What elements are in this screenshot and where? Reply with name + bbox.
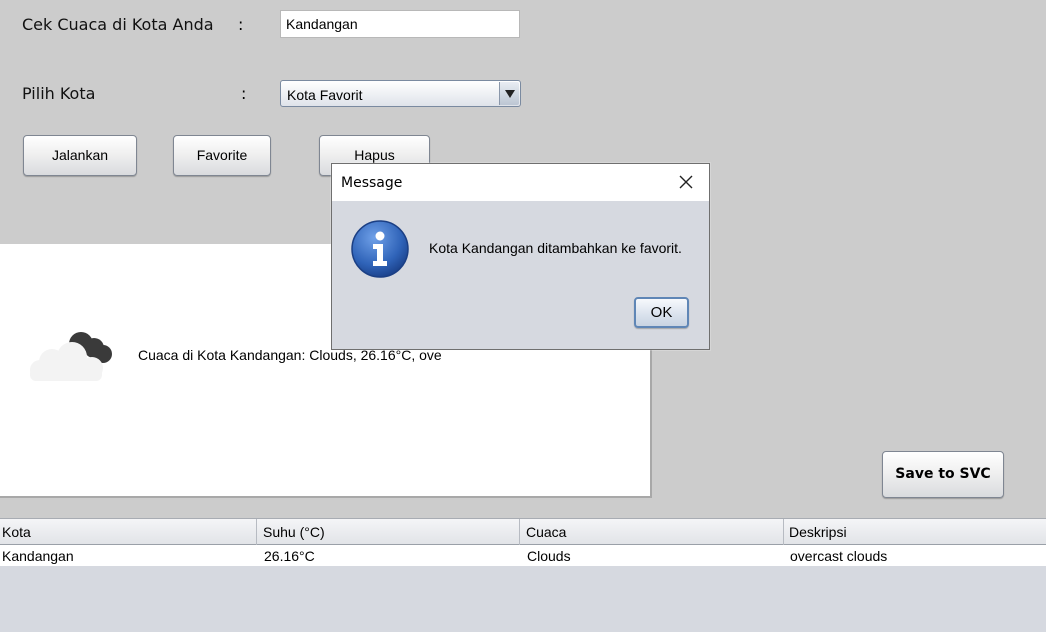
column-header-deskripsi[interactable]: Deskripsi: [787, 519, 1046, 545]
cell-kota: Kandangan: [2, 548, 74, 564]
dialog-titlebar[interactable]: Message: [332, 164, 709, 201]
save-to-svc-button[interactable]: Save to SVC: [882, 451, 1004, 498]
column-header-suhu[interactable]: Suhu (°C): [261, 519, 520, 545]
cell-deskripsi: overcast clouds: [790, 548, 888, 564]
choose-city-label: Pilih Kota: [22, 84, 96, 103]
table-row[interactable]: Kandangan 26.16°C Clouds overcast clouds: [0, 545, 1046, 566]
column-header-cuaca[interactable]: Cuaca: [524, 519, 784, 545]
close-icon[interactable]: [677, 173, 695, 191]
cell-cuaca: Clouds: [527, 548, 571, 564]
city-select-value: Kota Favorit: [287, 87, 363, 103]
cloud-icon: [30, 332, 112, 381]
ok-button[interactable]: OK: [634, 297, 689, 328]
column-header-kota[interactable]: Kota: [0, 519, 257, 545]
city-colon: :: [238, 15, 244, 34]
cell-suhu: 26.16°C: [264, 548, 315, 564]
city-label: Cek Cuaca di Kota Anda: [22, 15, 214, 34]
dialog-message: Kota Kandangan ditambahkan ke favorit.: [429, 240, 682, 256]
favorite-button[interactable]: Favorite: [173, 135, 271, 176]
chevron-down-icon[interactable]: [499, 82, 519, 105]
city-input[interactable]: Kandangan: [280, 10, 520, 38]
message-dialog: Message Kota Kandangan ditambahkan ke fa…: [331, 163, 710, 350]
dialog-title: Message: [341, 175, 403, 191]
info-icon: [351, 220, 409, 278]
choose-city-colon: :: [241, 84, 247, 103]
run-button[interactable]: Jalankan: [23, 135, 137, 176]
city-select[interactable]: Kota Favorit: [280, 80, 521, 107]
table-header: Kota Suhu (°C) Cuaca Deskripsi: [0, 518, 1046, 545]
